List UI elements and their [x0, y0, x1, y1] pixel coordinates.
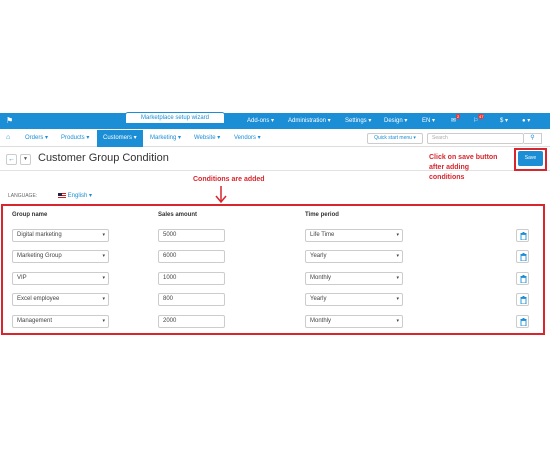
conditions-annotation: Conditions are added — [193, 176, 265, 183]
marketplace-setup-wizard-tab[interactable]: Marketplace setup wizard — [125, 112, 225, 123]
group-name-select[interactable]: Digital marketing ▾ — [12, 229, 109, 242]
search-input[interactable]: Search — [427, 133, 524, 144]
us-flag-icon — [58, 192, 66, 198]
notifications-icon[interactable]: ✉ 2 — [451, 114, 461, 124]
time-period-select-value: Monthly — [310, 318, 332, 324]
trash-icon — [520, 275, 527, 283]
header-time-period: Time period — [305, 212, 339, 218]
chevron-down-icon: ▾ — [396, 275, 399, 281]
search-icon[interactable]: ⚲ — [524, 133, 542, 144]
trash-icon — [520, 232, 527, 240]
trash-icon — [520, 318, 527, 326]
sales-amount-input-value: 2000 — [163, 318, 177, 324]
quick-start-menu-button[interactable]: Quick start menu ▾ — [367, 133, 423, 144]
sales-amount-input[interactable]: 800 — [158, 293, 225, 306]
language-value: English ▾ — [67, 193, 93, 199]
sales-amount-input[interactable]: 5000 — [158, 229, 225, 242]
home-icon[interactable]: ⌂ — [6, 134, 10, 141]
nav-products[interactable]: Products ▾ — [61, 134, 89, 141]
user-icon[interactable]: ● ▾ — [522, 117, 530, 124]
delete-row-button[interactable] — [516, 315, 529, 328]
group-name-select[interactable]: Marketing Group ▾ — [12, 250, 109, 263]
sales-amount-input[interactable]: 6000 — [158, 250, 225, 263]
chevron-down-icon: ▾ — [396, 253, 399, 259]
group-name-select-value: Management — [17, 318, 53, 324]
group-name-select-value: Excel employee — [17, 296, 60, 302]
group-name-select[interactable]: VIP ▾ — [12, 272, 109, 285]
nav-marketing[interactable]: Marketing ▾ — [150, 134, 181, 141]
nav-vendors[interactable]: Vendors ▾ — [234, 134, 261, 141]
header-sales-amount: Sales amount — [158, 212, 198, 218]
time-period-select[interactable]: Yearly ▾ — [305, 293, 403, 306]
chevron-down-icon: ▾ — [102, 296, 105, 302]
menu-add-ons[interactable]: Add-ons ▾ — [247, 117, 274, 124]
delete-row-button[interactable] — [516, 272, 529, 285]
logo-flag-icon[interactable]: ⚑ — [6, 116, 13, 125]
nav-customers[interactable]: Customers ▾ — [97, 130, 143, 147]
time-period-select[interactable]: Life Time ▾ — [305, 229, 403, 242]
time-period-select-value: Monthly — [310, 275, 332, 281]
nav-website[interactable]: Website ▾ — [194, 134, 220, 141]
menu-design[interactable]: Design ▾ — [384, 117, 407, 124]
time-period-select[interactable]: Monthly ▾ — [305, 272, 403, 285]
chevron-down-icon: ▾ — [102, 232, 105, 238]
time-period-select-value: Yearly — [310, 253, 327, 259]
admin-top-bar: ⚑ Add-ons ▾ Administration ▾ Settings ▾ … — [0, 113, 550, 129]
group-name-select[interactable]: Excel employee ▾ — [12, 293, 109, 306]
group-name-select-value: VIP — [17, 275, 27, 281]
menu-settings[interactable]: Settings ▾ — [345, 117, 371, 124]
delete-row-button[interactable] — [516, 229, 529, 242]
save-annotation: Click on save button after adding condit… — [429, 154, 498, 181]
sales-amount-input-value: 5000 — [163, 232, 177, 238]
page-actions-dropdown[interactable]: ▼ — [20, 154, 31, 165]
menu-language[interactable]: EN ▾ — [422, 117, 435, 124]
nav-orders[interactable]: Orders ▾ — [25, 134, 48, 141]
notifications-badge: 2 — [456, 114, 461, 119]
sales-amount-input[interactable]: 1000 — [158, 272, 225, 285]
time-period-select[interactable]: Yearly ▾ — [305, 250, 403, 263]
sales-amount-input-value: 6000 — [163, 253, 177, 259]
messages-icon[interactable]: ⚐ 47 — [473, 114, 485, 124]
trash-icon — [520, 253, 527, 261]
page-title: Customer Group Condition — [38, 152, 169, 164]
time-period-select[interactable]: Monthly ▾ — [305, 315, 403, 328]
messages-badge: 47 — [478, 114, 485, 119]
down-arrow-icon — [215, 186, 227, 203]
menu-currency[interactable]: $ ▾ — [500, 117, 508, 124]
chevron-down-icon: ▾ — [102, 275, 105, 281]
chevron-down-icon: ▾ — [396, 232, 399, 238]
group-name-select-value: Digital marketing — [17, 232, 62, 238]
delete-row-button[interactable] — [516, 250, 529, 263]
chevron-down-icon: ▾ — [396, 318, 399, 324]
language-selector[interactable]: English ▾ — [58, 192, 92, 199]
group-name-select-value: Marketing Group — [17, 253, 62, 259]
sales-amount-input[interactable]: 2000 — [158, 315, 225, 328]
trash-icon — [520, 296, 527, 304]
chevron-down-icon: ▾ — [102, 318, 105, 324]
language-label: LANGUAGE: — [8, 193, 38, 199]
main-navigation: ⌂ Orders ▾ Products ▾ Customers ▾ Market… — [0, 130, 550, 147]
menu-administration[interactable]: Administration ▾ — [288, 117, 331, 124]
delete-row-button[interactable] — [516, 293, 529, 306]
back-arrow-icon[interactable]: ← — [6, 154, 17, 165]
chevron-down-icon: ▾ — [102, 253, 105, 259]
save-button[interactable]: Save — [518, 151, 543, 166]
group-name-select[interactable]: Management ▾ — [12, 315, 109, 328]
time-period-select-value: Yearly — [310, 296, 327, 302]
time-period-select-value: Life Time — [310, 232, 335, 238]
header-group-name: Group name — [12, 212, 48, 218]
chevron-down-icon: ▾ — [396, 296, 399, 302]
sales-amount-input-value: 800 — [163, 296, 174, 302]
sales-amount-input-value: 1000 — [163, 275, 177, 281]
